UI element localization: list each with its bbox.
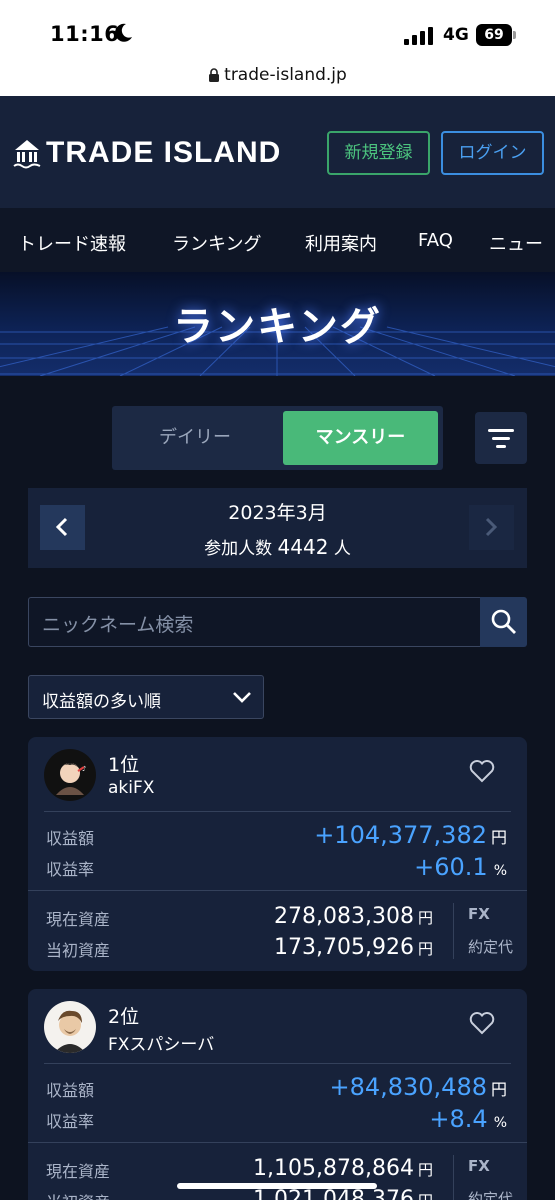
profit-rate-value: +60.1% bbox=[414, 853, 507, 881]
url-bar[interactable]: trade-island.jp bbox=[0, 62, 555, 96]
page-title: ランキング bbox=[173, 304, 382, 350]
current-assets-label: 現在資産 bbox=[46, 1162, 111, 1181]
month-selector: 2023年3月 参加人数 4442 人 bbox=[28, 488, 527, 568]
market-type: FX bbox=[468, 1157, 490, 1175]
filter-button[interactable] bbox=[475, 412, 527, 464]
current-month: 2023年3月 bbox=[228, 502, 327, 524]
logo-mark-icon bbox=[13, 140, 41, 169]
nav-item-ranking[interactable]: ランキング bbox=[172, 230, 261, 256]
heart-icon[interactable] bbox=[469, 759, 495, 783]
profit-rate-label: 収益率 bbox=[46, 1112, 95, 1131]
nav-item-guide[interactable]: 利用案内 bbox=[305, 230, 377, 256]
svg-text:♪: ♪ bbox=[82, 765, 86, 773]
trade-amount-label: 約定代 bbox=[468, 1190, 514, 1200]
profit-value: +84,830,488 円 bbox=[329, 1073, 507, 1101]
search-icon bbox=[491, 609, 516, 634]
avatar: ♪ bbox=[44, 749, 96, 801]
period-toggle: デイリー マンスリー bbox=[112, 406, 443, 470]
sort-select[interactable]: 収益額の多い順 bbox=[28, 675, 264, 719]
home-indicator[interactable] bbox=[177, 1183, 377, 1189]
initial-assets-value: 173,705,926 円 bbox=[274, 935, 433, 960]
nav-item-news[interactable]: ニュー bbox=[489, 230, 543, 256]
trader-name[interactable]: FXスパシーバ bbox=[108, 1030, 214, 1055]
trader-name[interactable]: akiFX bbox=[108, 778, 154, 798]
lock-icon bbox=[209, 68, 220, 82]
nickname-search-input[interactable]: ニックネーム検索 bbox=[28, 597, 480, 647]
moon-icon bbox=[115, 23, 132, 42]
signal-icon bbox=[404, 27, 433, 45]
market-type: FX bbox=[468, 905, 490, 923]
filter-icon bbox=[488, 429, 514, 448]
heart-icon[interactable] bbox=[469, 1011, 495, 1035]
chevron-right-icon bbox=[485, 517, 498, 537]
profit-rate-label: 収益率 bbox=[46, 860, 95, 879]
nav-item-trade-news[interactable]: トレード速報 bbox=[18, 230, 126, 256]
avatar bbox=[44, 1001, 96, 1053]
register-button[interactable]: 新規登録 bbox=[327, 131, 430, 175]
participant-count: 参加人数 4442 人 bbox=[204, 535, 351, 559]
monthly-tab[interactable]: マンスリー bbox=[283, 411, 438, 465]
page-banner: ランキング bbox=[0, 272, 555, 376]
ranking-card[interactable]: 2位 FXスパシーバ 収益額 収益率 +84,830,488 円 +8.4% 現在… bbox=[28, 989, 527, 1200]
nav-item-faq[interactable]: FAQ bbox=[418, 230, 453, 251]
search-button[interactable] bbox=[480, 597, 527, 647]
current-assets-value: 1,105,878,864 円 bbox=[253, 1156, 433, 1181]
profit-label: 収益額 bbox=[46, 829, 95, 848]
rank-label: 2位 bbox=[108, 1006, 140, 1028]
main-nav: トレード速報 ランキング 利用案内 FAQ ニュー bbox=[0, 208, 555, 272]
daily-tab[interactable]: デイリー bbox=[112, 406, 278, 470]
profit-label: 収益額 bbox=[46, 1081, 95, 1100]
status-bar: 11:16 4G 69 bbox=[0, 0, 555, 62]
next-month-button[interactable] bbox=[469, 505, 514, 550]
logo-text: TRADE ISLAND bbox=[46, 136, 282, 169]
battery-level: 69 bbox=[476, 24, 512, 46]
status-time: 11:16 bbox=[50, 22, 120, 46]
trade-amount-label: 約定代 bbox=[468, 938, 514, 956]
current-assets-label: 現在資産 bbox=[46, 910, 111, 929]
network-type: 4G bbox=[443, 25, 469, 45]
profit-value: +104,377,382 円 bbox=[314, 821, 507, 849]
login-button[interactable]: ログイン bbox=[441, 131, 544, 175]
initial-assets-label: 当初資産 bbox=[46, 1189, 110, 1200]
url-text: trade-island.jp bbox=[224, 65, 347, 85]
current-assets-value: 278,083,308 円 bbox=[274, 904, 433, 929]
profit-rate-value: +8.4% bbox=[429, 1105, 507, 1133]
ranking-card[interactable]: ♪ 1位 akiFX 収益額 収益率 +104,377,382 円 +60.1% … bbox=[28, 737, 527, 971]
initial-assets-label: 当初資産 bbox=[46, 941, 111, 960]
search-placeholder: ニックネーム検索 bbox=[42, 614, 194, 636]
battery-icon: 69 bbox=[476, 24, 516, 46]
site-logo[interactable]: TRADE ISLAND bbox=[12, 136, 281, 170]
chevron-down-icon bbox=[233, 692, 251, 703]
sort-selected: 収益額の多い順 bbox=[42, 692, 161, 712]
rank-label: 1位 bbox=[108, 754, 140, 776]
